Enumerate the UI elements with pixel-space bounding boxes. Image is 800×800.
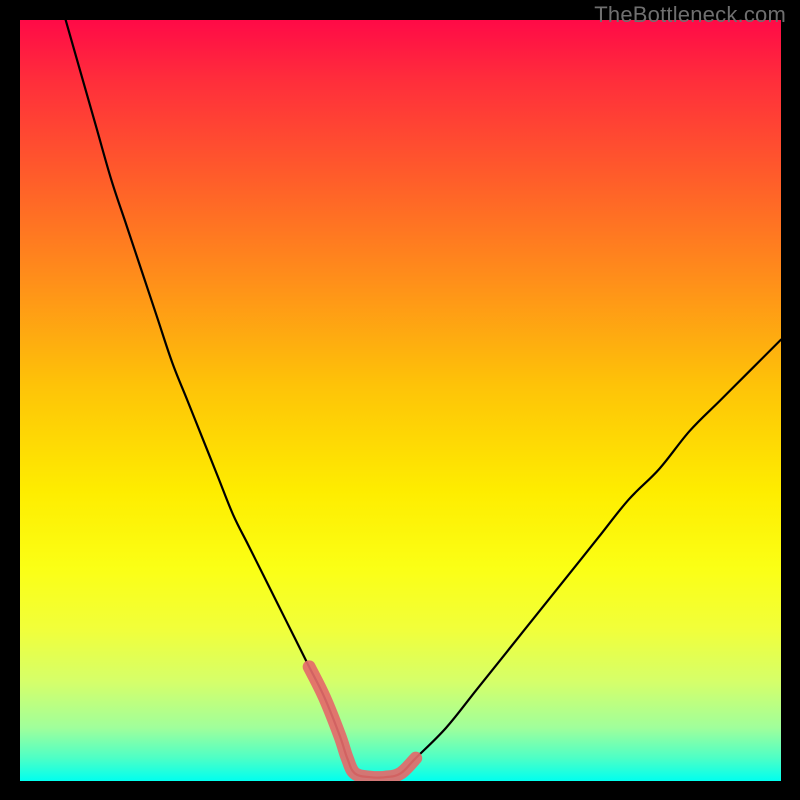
chart-frame: TheBottleneck.com	[0, 0, 800, 800]
plot-area	[20, 20, 781, 781]
optimal-range-highlight	[309, 667, 416, 778]
bottleneck-curve	[66, 20, 781, 778]
chart-svg	[20, 20, 781, 781]
watermark-text: TheBottleneck.com	[594, 2, 786, 28]
